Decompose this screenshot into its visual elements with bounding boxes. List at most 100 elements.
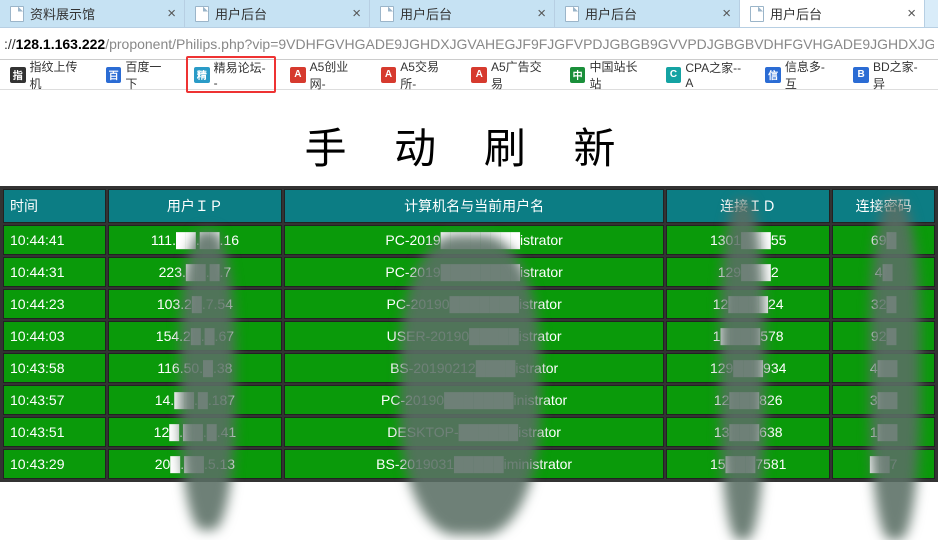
cell-cid: 13███638 [666,417,830,447]
bookmark-label: A5广告交易 [491,58,552,92]
cell-ip: 111.██.██.16 [108,225,283,255]
bookmark-1[interactable]: 百百度一下 [102,56,176,94]
cell-ip: 154.2█.█.67 [108,321,283,351]
tab-4[interactable]: 用户后台 × [740,0,925,27]
tab-2[interactable]: 用户后台 × [370,0,555,27]
page-icon [10,6,24,22]
table-row[interactable]: 10:44:03154.2█.█.67USER-20190█████istrat… [3,321,935,351]
bookmark-label: A5创业网- [310,58,363,92]
cell-host: BS-2019031█████iministrator [284,449,664,479]
table-row[interactable]: 10:43:58116.50.█.38BS-20190212████istrat… [3,353,935,383]
tab-label: 用户后台 [770,4,822,23]
tab-1[interactable]: 用户后台 × [185,0,370,27]
tab-label: 资料展示馆 [30,4,95,23]
cell-time: 10:44:23 [3,289,106,319]
close-icon[interactable]: × [167,5,176,22]
cell-time: 10:43:29 [3,449,106,479]
cell-ip: 14.██.█.187 [108,385,283,415]
bookmarks-bar: 指指纹上传机百百度一下精精易论坛--AA5创业网-AA5交易所-AA5广告交易中… [0,60,938,90]
bookmark-icon: A [381,67,397,83]
close-icon[interactable]: × [722,5,731,22]
tab-label: 用户后台 [400,4,452,23]
bookmark-icon: 百 [106,67,122,83]
col-cid: 连接ＩＤ [666,189,830,223]
bookmark-icon: 指 [10,67,26,83]
page-icon [565,6,579,22]
bookmark-5[interactable]: AA5广告交易 [467,56,555,94]
cell-host: DESKTOP-██████istrator [284,417,664,447]
tab-label: 用户后台 [585,4,637,23]
table-row[interactable]: 10:44:23103.2█.7.54PC-20190███████istrat… [3,289,935,319]
cell-cid: 129███934 [666,353,830,383]
bookmark-icon: A [290,67,306,83]
cell-ip: 103.2█.7.54 [108,289,283,319]
table-row[interactable]: 10:43:5714.██.█.187PC-20190███████inistr… [3,385,935,415]
bookmark-label: 精易论坛-- [214,59,268,90]
cell-time: 10:43:58 [3,353,106,383]
bookmark-2[interactable]: 精精易论坛-- [186,56,276,93]
data-table-wrap: 时间 用户ＩＰ 计算机名与当前用户名 连接ＩＤ 连接密码 10:44:41111… [0,186,938,482]
table-row[interactable]: 10:44:31223.██.█.7PC-2019████████istrato… [3,257,935,287]
cell-time: 10:43:51 [3,417,106,447]
cell-time: 10:44:31 [3,257,106,287]
table-row[interactable]: 10:44:41111.██.██.16PC-2019████████istra… [3,225,935,255]
cell-pwd: 1██ [832,417,935,447]
bookmark-icon: 精 [194,67,210,83]
cell-host: PC-20190███████inistrator [284,385,664,415]
page-icon [195,6,209,22]
close-icon[interactable]: × [907,5,916,22]
bookmark-label: A5交易所- [400,58,453,92]
bookmark-label: CPA之家--A [685,59,747,90]
bookmark-3[interactable]: AA5创业网- [286,56,367,94]
cell-cid: 1████578 [666,321,830,351]
cell-pwd: ██7 [832,449,935,479]
cell-cid: 12███826 [666,385,830,415]
bookmark-label: BD之家-异 [873,58,928,92]
url-path: /proponent/Philips.php?vip=9VDHFGVHGADE9… [105,36,934,52]
cell-pwd: 4██ [832,353,935,383]
tab-label: 用户后台 [215,4,267,23]
col-time: 时间 [3,189,106,223]
cell-cid: 129███2 [666,257,830,287]
cell-host: USER-20190█████istrator [284,321,664,351]
bookmark-icon: 信 [765,67,781,83]
cell-pwd: 4█ [832,257,935,287]
bookmark-label: 信息多-互 [785,58,836,92]
url-host: 128.1.163.222 [16,36,106,52]
connections-table: 时间 用户ＩＰ 计算机名与当前用户名 连接ＩＤ 连接密码 10:44:41111… [1,187,937,481]
cell-cid: 12████24 [666,289,830,319]
cell-pwd: 32█ [832,289,935,319]
cell-pwd: 3██ [832,385,935,415]
cell-host: BS-20190212████istrator [284,353,664,383]
table-row[interactable]: 10:43:5112█.██.█.41DESKTOP-██████istrato… [3,417,935,447]
cell-pwd: 92█ [832,321,935,351]
bookmark-8[interactable]: 信信息多-互 [761,56,839,94]
col-pwd: 连接密码 [832,189,935,223]
bookmark-icon: A [471,67,487,83]
tab-3[interactable]: 用户后台 × [555,0,740,27]
bookmark-label: 指纹上传机 [30,58,88,92]
bookmark-6[interactable]: 中中国站长站 [566,56,652,94]
col-ip: 用户ＩＰ [108,189,283,223]
bookmark-label: 百度一下 [125,58,172,92]
close-icon[interactable]: × [537,5,546,22]
col-host: 计算机名与当前用户名 [284,189,664,223]
cell-time: 10:44:41 [3,225,106,255]
bookmark-0[interactable]: 指指纹上传机 [6,56,92,94]
bookmark-4[interactable]: AA5交易所- [377,56,458,94]
cell-pwd: 69█ [832,225,935,255]
page-icon [380,6,394,22]
cell-ip: 116.50.█.38 [108,353,283,383]
bookmark-9[interactable]: BBD之家-异 [849,56,932,94]
cell-ip: 12█.██.█.41 [108,417,283,447]
tab-0[interactable]: 资料展示馆 × [0,0,185,27]
cell-time: 10:44:03 [3,321,106,351]
cell-ip: 20█.██.5.13 [108,449,283,479]
cell-cid: 1301███55 [666,225,830,255]
bookmark-7[interactable]: CCPA之家--A [662,57,752,92]
bookmark-icon: 中 [570,67,586,83]
bookmark-icon: C [666,67,682,83]
table-row[interactable]: 10:43:2920█.██.5.13BS-2019031█████iminis… [3,449,935,479]
close-icon[interactable]: × [352,5,361,22]
cell-cid: 15███7581 [666,449,830,479]
